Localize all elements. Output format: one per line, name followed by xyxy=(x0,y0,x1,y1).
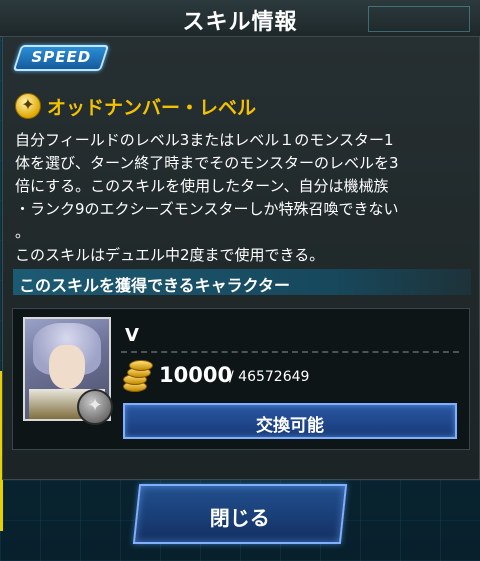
card-divider xyxy=(121,351,459,353)
speed-badge: SPEED xyxy=(12,45,110,71)
exchange-button[interactable]: 交換可能 xyxy=(123,403,457,439)
exchange-price: 10000 xyxy=(159,363,233,387)
owned-gold: / 46572649 xyxy=(229,369,310,385)
description-line: 倍にする。このスキルを使用したターン、自分は機械族 xyxy=(15,177,389,195)
character-card: V 10000 / 46572649 交換可能 xyxy=(12,308,470,450)
skill-name: オッドナンバー・レベル xyxy=(47,97,257,119)
description-line: 自分フィールドのレベル3またはレベル１のモンスター1 xyxy=(15,131,394,149)
close-button[interactable]: 閉じる xyxy=(132,484,348,544)
skill-type-icon xyxy=(77,389,113,425)
header-decoration xyxy=(368,6,470,32)
description-line: 体を選び、ターン終了時までそのモンスターのレベルを3 xyxy=(15,154,399,172)
skill-description: 自分フィールドのレベル3またはレベル１のモンスター1 体を選び、ターン終了時まで… xyxy=(15,129,471,267)
gold-coins-icon xyxy=(121,359,153,393)
description-line: 。 xyxy=(15,223,31,241)
skill-info-dialog: スキル情報 SPEED オッドナンバー・レベル 自分フィールドのレベル3またはレ… xyxy=(0,0,480,561)
speed-badge-label: SPEED xyxy=(31,48,92,66)
characters-section-title: このスキルを獲得できるキャラクター xyxy=(19,276,291,295)
description-line: このスキルはデュエル中2度まで使用できる。 xyxy=(15,246,325,264)
skill-star-icon xyxy=(15,93,41,119)
exchange-button-label: 交換可能 xyxy=(256,416,324,436)
description-line: ・ランク9のエクシーズモンスターしか特殊召喚できない xyxy=(15,200,399,218)
characters-section-header: このスキルを獲得できるキャラクター xyxy=(13,269,471,295)
dialog-header: スキル情報 xyxy=(0,0,480,37)
portrait-face xyxy=(49,345,85,389)
character-name: V xyxy=(125,325,139,346)
close-button-label: 閉じる xyxy=(209,506,270,530)
